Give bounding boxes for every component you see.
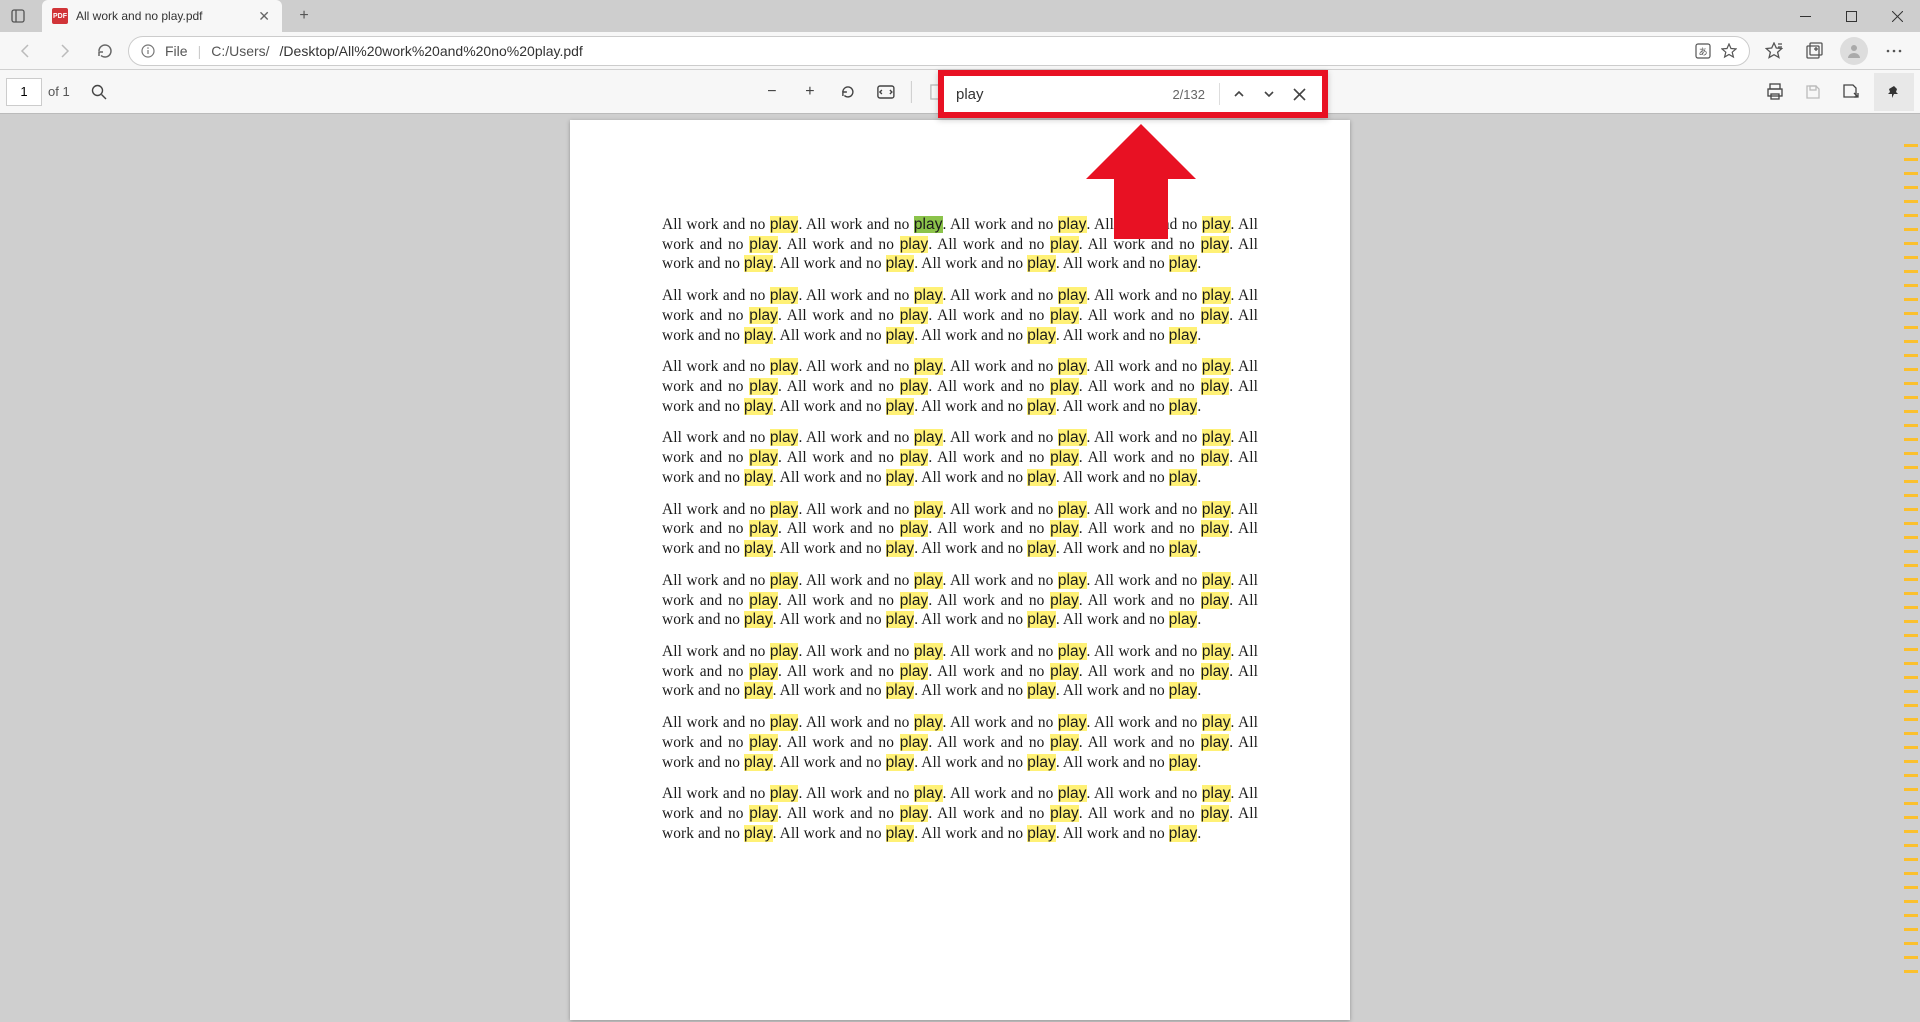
rotate-button[interactable] xyxy=(829,73,867,111)
minimize-button[interactable] xyxy=(1782,0,1828,32)
find-input[interactable] xyxy=(956,86,1162,103)
profile-button[interactable] xyxy=(1836,34,1872,68)
profile-avatar-icon xyxy=(1840,37,1868,65)
forward-icon xyxy=(56,42,74,60)
fit-page-button[interactable] xyxy=(867,73,905,111)
url-path-right: /Desktop/All%20work%20and%20no%20play.pd… xyxy=(280,43,1685,59)
maximize-icon xyxy=(1846,11,1857,22)
favorites-button[interactable] xyxy=(1756,34,1792,68)
pin-icon xyxy=(1887,85,1901,99)
tab-close-button[interactable]: ✕ xyxy=(258,8,270,25)
find-previous-button[interactable] xyxy=(1224,79,1254,109)
close-window-button[interactable] xyxy=(1874,0,1920,32)
minimize-icon xyxy=(1800,11,1811,22)
pin-toolbar-button[interactable] xyxy=(1874,73,1914,111)
translate-icon[interactable]: あ xyxy=(1695,43,1711,59)
window-controls xyxy=(1782,0,1920,32)
scrollbar-marks xyxy=(1904,114,1918,1022)
page-count-label: of 1 xyxy=(48,84,70,99)
paragraph: All work and no play. All work and no pl… xyxy=(662,713,1258,772)
annotation-arrow-icon xyxy=(1086,124,1196,239)
tab-actions-button[interactable] xyxy=(0,0,36,32)
favorites-icon xyxy=(1765,42,1783,60)
paragraph: All work and no play. All work and no pl… xyxy=(662,428,1258,487)
refresh-icon xyxy=(96,42,114,60)
favorite-icon[interactable] xyxy=(1721,43,1737,59)
pdf-page: All work and no play. All work and no pl… xyxy=(570,120,1350,1020)
find-next-button[interactable] xyxy=(1254,79,1284,109)
back-icon xyxy=(16,42,34,60)
find-count: 2/132 xyxy=(1172,87,1205,102)
maximize-button[interactable] xyxy=(1828,0,1874,32)
save-icon xyxy=(1805,84,1821,100)
pdf-icon: PDF xyxy=(52,8,68,24)
paragraph: All work and no play. All work and no pl… xyxy=(662,286,1258,345)
collections-button[interactable] xyxy=(1796,34,1832,68)
find-bar: 2/132 xyxy=(938,70,1328,118)
zoom-in-button[interactable]: + xyxy=(791,73,829,111)
tab-actions-icon xyxy=(11,9,25,23)
address-input[interactable]: File | C:/Users/ /Desktop/All%20work%20a… xyxy=(128,36,1750,66)
fit-page-icon xyxy=(877,85,895,99)
svg-text:あ: あ xyxy=(1698,47,1707,57)
print-button[interactable] xyxy=(1756,73,1794,111)
find-close-button[interactable] xyxy=(1284,79,1314,109)
pdf-viewport[interactable]: All work and no play. All work and no pl… xyxy=(0,114,1920,1022)
save-button[interactable] xyxy=(1794,73,1832,111)
close-icon xyxy=(1293,88,1306,101)
forward-button[interactable] xyxy=(48,34,82,68)
page-number-input[interactable] xyxy=(6,78,42,106)
menu-icon xyxy=(1885,42,1903,60)
refresh-button[interactable] xyxy=(88,34,122,68)
chevron-down-icon xyxy=(1262,87,1276,101)
save-as-icon xyxy=(1842,83,1860,101)
titlebar: PDF All work and no play.pdf ✕ + xyxy=(0,0,1920,32)
paragraph: All work and no play. All work and no pl… xyxy=(662,642,1258,701)
chevron-up-icon xyxy=(1232,87,1246,101)
toolbar-separator xyxy=(911,81,912,103)
browser-tab[interactable]: PDF All work and no play.pdf ✕ xyxy=(42,0,282,32)
collections-icon xyxy=(1805,42,1823,60)
paragraph: All work and no play. All work and no pl… xyxy=(662,357,1258,416)
url-scheme: File xyxy=(165,43,188,59)
url-path-left: C:/Users/ xyxy=(211,43,269,59)
zoom-out-button[interactable]: − xyxy=(753,73,791,111)
paragraph: All work and no play. All work and no pl… xyxy=(662,500,1258,559)
save-as-button[interactable] xyxy=(1832,73,1870,111)
url-separator: | xyxy=(198,43,202,59)
search-icon xyxy=(91,84,107,100)
new-tab-button[interactable]: + xyxy=(288,7,320,25)
info-icon xyxy=(141,44,155,58)
close-icon xyxy=(1892,11,1903,22)
paragraph: All work and no play. All work and no pl… xyxy=(662,784,1258,843)
print-icon xyxy=(1766,83,1784,101)
find-separator xyxy=(1219,83,1220,105)
find-button[interactable] xyxy=(80,73,118,111)
tab-title: All work and no play.pdf xyxy=(76,9,250,23)
address-bar: File | C:/Users/ /Desktop/All%20work%20a… xyxy=(0,32,1920,70)
rotate-icon xyxy=(840,84,856,100)
menu-button[interactable] xyxy=(1876,34,1912,68)
paragraph: All work and no play. All work and no pl… xyxy=(662,571,1258,630)
back-button[interactable] xyxy=(8,34,42,68)
